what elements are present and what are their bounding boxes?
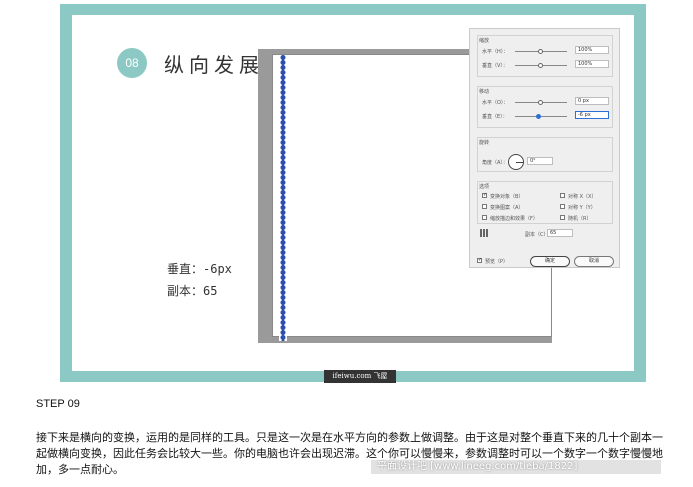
copies-field[interactable]: 65	[547, 229, 573, 237]
parameter-notes: 垂直：-6px 副本：65	[167, 258, 232, 302]
transform-objects-checkbox[interactable]	[482, 192, 487, 198]
rotate-angle-label: 角度（A）：	[482, 160, 508, 166]
param-vertical: 垂直：-6px	[167, 262, 232, 276]
rotate-group-title: 旋转	[479, 140, 490, 146]
transform-objects-label: 变换对象（B）	[490, 194, 524, 200]
move-horizontal-label: 水平（O）：	[482, 100, 509, 106]
step-number-badge: 08	[117, 48, 147, 78]
angle-dial-icon[interactable]	[508, 154, 524, 170]
tutorial-slide: 08 纵向发展 垂直：-6px 副本：65 缩放 水平（H）： 100% 垂直（…	[72, 15, 634, 383]
preview-label: 预览（P）	[485, 259, 509, 265]
move-group	[477, 86, 613, 128]
transform-patterns-label: 变换图案（A）	[490, 205, 524, 211]
move-vertical-knob[interactable]	[536, 114, 541, 119]
source-watermark: 平面设计吧 [www.lineeg.com/tieba/1822]	[371, 460, 661, 474]
scale-strokes-label: 缩放描边和效果（F）	[490, 216, 538, 222]
param-copies: 副本：65	[167, 284, 218, 298]
transform-each-dialog: 缩放 水平（H）： 100% 垂直（V）： 100% 移动 水平（O）： 0 p…	[469, 28, 620, 268]
preview-checkbox[interactable]	[477, 257, 482, 263]
tutorial-frame: 08 纵向发展 垂直：-6px 副本：65 缩放 水平（H）： 100% 垂直（…	[60, 4, 646, 383]
copies-label: 副本（C）	[525, 232, 549, 238]
random-label: 随机（R）	[568, 216, 592, 222]
move-group-title: 移动	[479, 89, 490, 95]
move-horizontal-knob[interactable]	[538, 100, 543, 105]
scale-vertical-label: 垂直（V）：	[482, 63, 508, 69]
ok-button[interactable]: 确定	[530, 256, 570, 267]
reference-point-icon[interactable]	[480, 229, 488, 237]
reflect-y-label: 对称 Y（Y）	[568, 205, 596, 211]
reflect-y-checkbox[interactable]	[560, 204, 565, 209]
scale-strokes-checkbox[interactable]	[482, 215, 487, 220]
reflect-x-checkbox[interactable]	[560, 193, 565, 198]
move-vertical-field[interactable]: -6 px	[575, 111, 609, 119]
scale-group-title: 缩放	[479, 38, 490, 44]
bead-column-artwork	[279, 55, 287, 341]
scale-horizontal-knob[interactable]	[538, 49, 543, 54]
reflect-x-label: 对称 X（X）	[568, 194, 597, 200]
site-watermark: ifeiwu.com 飞屋	[324, 370, 396, 383]
rotate-group	[477, 137, 613, 172]
move-vertical-label: 垂直（E）：	[482, 114, 508, 120]
scale-horizontal-label: 水平（H）：	[482, 49, 509, 55]
transform-patterns-checkbox[interactable]	[482, 204, 487, 209]
step-heading: STEP 09	[36, 398, 80, 410]
options-group-title: 选项	[479, 184, 490, 190]
slide-title: 纵向发展	[164, 53, 264, 77]
cancel-button[interactable]: 取消	[574, 256, 614, 267]
scale-horizontal-field[interactable]: 100%	[575, 46, 609, 54]
move-vertical-slider[interactable]	[515, 116, 567, 117]
scale-vertical-knob[interactable]	[538, 63, 543, 68]
scale-vertical-field[interactable]: 100%	[575, 60, 609, 68]
scale-group	[477, 35, 613, 77]
rotate-angle-field[interactable]: 0°	[527, 157, 553, 165]
random-checkbox[interactable]	[560, 215, 565, 220]
move-horizontal-field[interactable]: 0 px	[575, 97, 609, 105]
